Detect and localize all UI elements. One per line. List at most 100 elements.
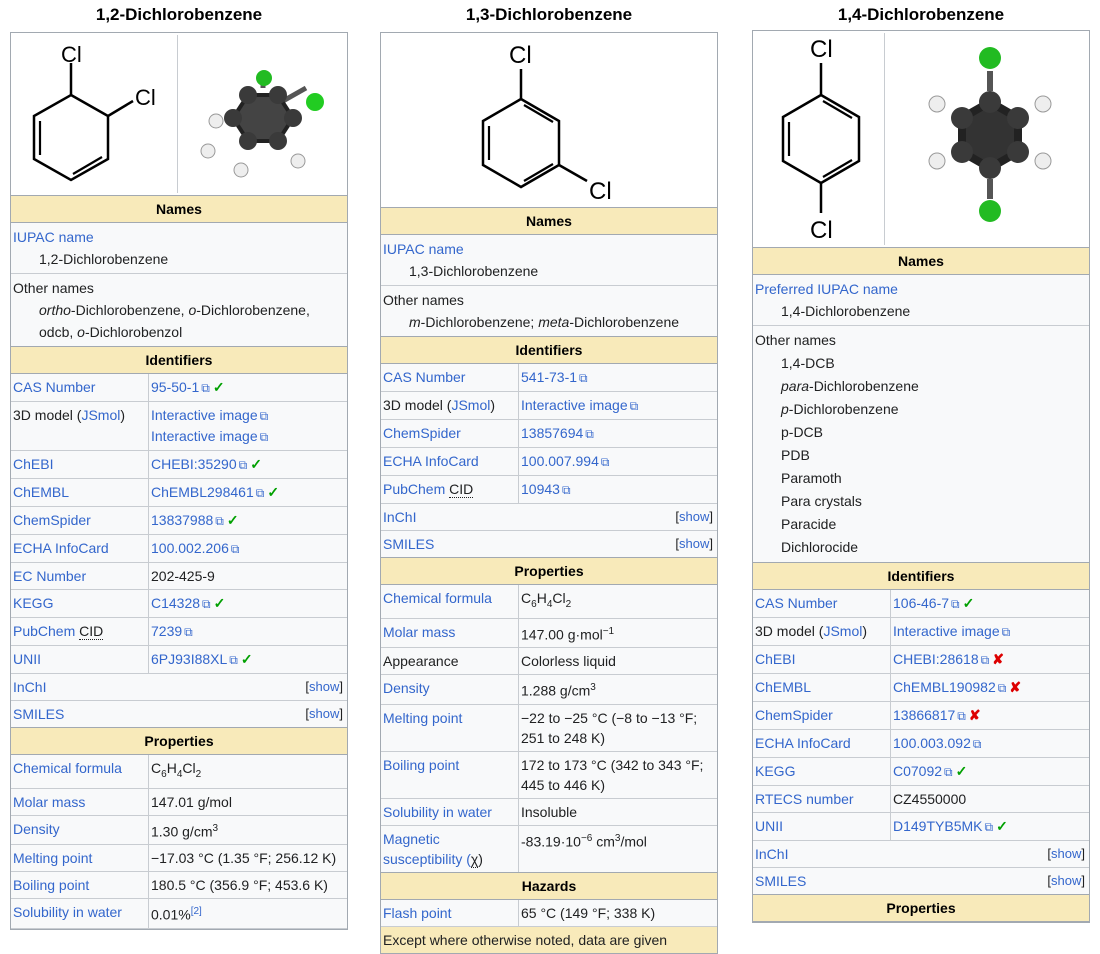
pubchem-value-link[interactable]: 10943 (521, 481, 571, 497)
melting-point-link[interactable]: Melting point (13, 850, 92, 866)
echa-link[interactable]: ECHA InfoCard (383, 453, 479, 469)
kegg-link[interactable]: KEGG (755, 763, 795, 779)
density-link[interactable]: Density (13, 821, 60, 837)
iupac-name-link[interactable]: IUPAC name (383, 238, 715, 260)
ec-number-link[interactable]: EC Number (13, 568, 86, 584)
chemspider-value-link[interactable]: 13857694 (521, 425, 594, 441)
unii-value-link[interactable]: D149TYB5MK (893, 818, 993, 834)
chebi-link[interactable]: ChEBI (13, 456, 53, 472)
echa-value-link[interactable]: 100.003.092 (893, 735, 981, 751)
iupac-name-row: IUPAC name 1,3-Dichlorobenzene (381, 235, 717, 286)
chemspider-value-link[interactable]: 13866817 (893, 707, 966, 723)
jsmol-link[interactable]: JSmol (451, 397, 490, 413)
preferred-iupac-name-link[interactable]: Preferred IUPAC name (755, 278, 1087, 300)
other-names-label: Other names (13, 280, 94, 296)
pubchem-link[interactable]: PubChem (13, 623, 79, 639)
echa-link[interactable]: ECHA InfoCard (755, 735, 851, 751)
boiling-point-link[interactable]: Boiling point (13, 877, 89, 893)
echa-value-link[interactable]: 100.007.994 (521, 453, 609, 469)
solubility-link[interactable]: Solubility in water (383, 804, 492, 820)
check-icon: ✓ (226, 512, 239, 528)
kegg-link[interactable]: KEGG (13, 595, 53, 611)
inchi-link[interactable]: InChI (383, 504, 416, 530)
reference-link[interactable]: [2] (191, 906, 202, 917)
smiles-link[interactable]: SMILES (13, 701, 64, 727)
skeletal-formula-image[interactable]: Cl Cl (11, 35, 178, 193)
unii-link[interactable]: UNII (13, 651, 41, 667)
melting-point-link[interactable]: Melting point (383, 710, 462, 726)
echa-value-link[interactable]: 100.002.206 (151, 540, 239, 556)
cas-value-link[interactable]: 95-50-1 (151, 379, 210, 395)
echa-row: ECHA InfoCard 100.002.206 (11, 535, 347, 563)
smiles-link[interactable]: SMILES (383, 531, 434, 557)
density-link[interactable]: Density (383, 680, 430, 696)
ball-and-stick-model-image[interactable] (885, 31, 1089, 243)
chemspider-value-link[interactable]: 13837988 (151, 512, 224, 528)
chembl-value-link[interactable]: ChEMBL298461 (151, 484, 264, 500)
smiles-link[interactable]: SMILES (755, 868, 806, 894)
unii-value-link[interactable]: 6PJ93I88XL (151, 651, 238, 667)
interactive-image-link[interactable]: Interactive image (151, 405, 345, 426)
chemical-formula-link[interactable]: Chemical formula (13, 760, 122, 776)
iupac-name-row: IUPAC name 1,2-Dichlorobenzene (11, 223, 347, 274)
inchi-show-toggle[interactable]: show (1047, 841, 1085, 867)
kegg-row: KEGG C07092✓ (753, 758, 1089, 786)
chemical-formula-link[interactable]: Chemical formula (383, 590, 492, 606)
kegg-value-link[interactable]: C07092 (893, 763, 953, 779)
structure-images: Cl Cl (11, 33, 347, 196)
boiling-point-link[interactable]: Boiling point (383, 757, 459, 773)
pubchem-link[interactable]: PubChem (383, 481, 449, 497)
skeletal-formula-image[interactable]: Cl Cl (753, 33, 885, 245)
chemspider-link[interactable]: ChemSpider (13, 512, 91, 528)
cross-icon: ✘ (968, 707, 981, 723)
jsmol-link[interactable]: JSmol (823, 623, 862, 639)
echa-link[interactable]: ECHA InfoCard (13, 540, 109, 556)
magnetic-susceptibility-row: Magnetic susceptibility (χ) -83.19·10−6 c… (381, 826, 717, 874)
check-icon: ✓ (240, 651, 253, 667)
chembl-row: ChEMBL ChEMBL298461✓ (11, 479, 347, 507)
cas-number-link[interactable]: CAS Number (13, 379, 95, 395)
iupac-name-link[interactable]: IUPAC name (13, 226, 345, 248)
interactive-image-link-2[interactable]: Interactive image (151, 426, 345, 447)
inchi-link[interactable]: InChI (755, 841, 788, 867)
unii-link[interactable]: UNII (755, 818, 783, 834)
skeletal-formula-image[interactable]: Cl Cl (381, 33, 717, 207)
boiling-point-row: Boiling point 172 to 173 °C (342 to 343 °… (381, 752, 717, 800)
interactive-image-link[interactable]: Interactive image (893, 623, 1010, 639)
chebi-value-link[interactable]: CHEBI:35290 (151, 456, 247, 472)
molar-mass-row: Molar mass 147.00 g·mol−1 (381, 618, 717, 649)
inchi-show-toggle[interactable]: show (675, 504, 713, 530)
pubchem-value-link[interactable]: 7239 (151, 623, 193, 639)
other-names-label: Other names (383, 292, 464, 308)
kegg-value-link[interactable]: C14328 (151, 595, 211, 611)
ball-and-stick-model-image[interactable] (178, 33, 347, 191)
jsmol-link[interactable]: JSmol (81, 407, 120, 423)
interactive-image-link[interactable]: Interactive image (521, 397, 638, 413)
molar-mass-link[interactable]: Molar mass (13, 794, 85, 810)
chembl-link[interactable]: ChEMBL (13, 484, 69, 500)
cas-number-link[interactable]: CAS Number (755, 595, 837, 611)
smiles-show-toggle[interactable]: show (675, 531, 713, 557)
rtecs-link[interactable]: RTECS number (755, 791, 854, 807)
other-names-value: ortho-Dichlorobenzene, o-Dichlorobenzene… (39, 302, 310, 340)
cas-value-link[interactable]: 106-46-7 (893, 595, 960, 611)
chembl-value-link[interactable]: ChEMBL190982 (893, 679, 1006, 695)
magnetic-susceptibility-link[interactable]: Magnetic susceptibility ( (383, 831, 471, 867)
check-icon: ✓ (212, 379, 225, 395)
melting-point-row: Melting point −22 to −25 °C (−8 to −13 °F… (381, 705, 717, 753)
smiles-show-toggle[interactable]: show (1047, 868, 1085, 894)
chembl-link[interactable]: ChEMBL (755, 679, 811, 695)
chemspider-link[interactable]: ChemSpider (383, 425, 461, 441)
cid-abbr: CID (449, 481, 474, 498)
cas-number-link[interactable]: CAS Number (383, 369, 465, 385)
flash-point-link[interactable]: Flash point (383, 905, 451, 921)
smiles-show-toggle[interactable]: show (305, 701, 343, 727)
cas-value-link[interactable]: 541-73-1 (521, 369, 588, 385)
molar-mass-link[interactable]: Molar mass (383, 624, 455, 640)
chemspider-link[interactable]: ChemSpider (755, 707, 833, 723)
solubility-link[interactable]: Solubility in water (13, 904, 122, 920)
chebi-link[interactable]: ChEBI (755, 651, 795, 667)
inchi-show-toggle[interactable]: show (305, 674, 343, 700)
chebi-value-link[interactable]: CHEBI:28618 (893, 651, 989, 667)
inchi-link[interactable]: InChI (13, 674, 46, 700)
